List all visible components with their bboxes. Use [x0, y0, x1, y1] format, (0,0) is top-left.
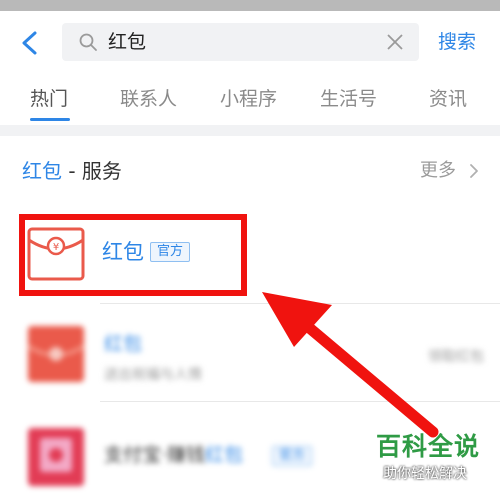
chevron-right-icon[interactable] — [467, 163, 481, 179]
official-badge: 官方 — [272, 446, 313, 466]
service-section-header: 红包 - 服务 更多 — [0, 136, 500, 206]
search-input[interactable]: 红包 — [62, 23, 419, 61]
tab-mini-programs[interactable]: 小程序 — [220, 87, 277, 111]
result-item-red-envelope[interactable]: 红包 送出祝福与人情 领取红包 — [0, 304, 500, 402]
section-divider — [0, 125, 500, 136]
section-title: 红包 - 服务 — [22, 159, 122, 183]
result-title: 红包 — [104, 333, 143, 355]
more-link[interactable]: 更多 — [420, 158, 456, 184]
watermark-subtitle: 助你轻松解决 — [383, 466, 467, 482]
status-bar — [0, 0, 500, 11]
tab-news[interactable]: 资讯 — [429, 87, 467, 111]
search-header: 红包 搜索 — [0, 11, 500, 73]
tab-hot[interactable]: 热门 — [30, 87, 68, 111]
search-query[interactable]: 红包 — [108, 23, 146, 61]
watermark-title: 百科全说 — [376, 432, 481, 461]
active-tab-indicator — [30, 118, 70, 121]
search-button[interactable]: 搜索 — [438, 27, 476, 57]
tab-contacts[interactable]: 联系人 — [120, 87, 177, 111]
back-button[interactable] — [12, 25, 48, 61]
search-icon — [79, 33, 97, 51]
chevron-left-icon — [22, 31, 37, 55]
result-subtitle: 送出祝福与人情 — [104, 367, 202, 383]
clear-icon[interactable] — [385, 32, 405, 52]
tab-life-accounts[interactable]: 生活号 — [320, 87, 377, 111]
red-envelope-icon — [28, 428, 84, 486]
result-title: 支付宝·赚钱红包 — [104, 444, 244, 466]
red-envelope-icon — [27, 326, 85, 382]
category-tabs: 热门 联系人 小程序 生活号 资讯 — [0, 73, 500, 125]
highlight-box — [19, 214, 247, 296]
result-side-label: 领取红包 — [428, 349, 484, 365]
